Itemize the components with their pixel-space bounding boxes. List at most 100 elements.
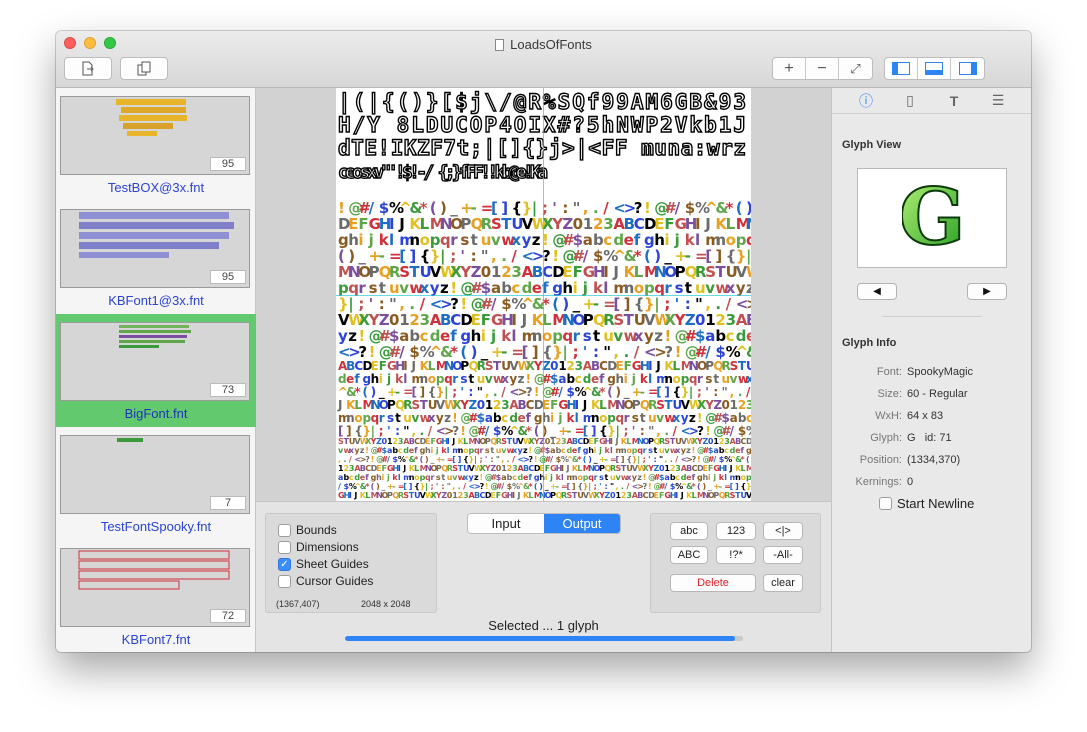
font-name: BigFont.fnt <box>124 406 188 421</box>
sheet-glyph: s <box>387 411 394 425</box>
sheet-glyph: . <box>670 455 673 464</box>
sheet-glyph: j <box>435 446 439 455</box>
sheet-glyph: | <box>425 482 428 491</box>
sheet-glyph: V <box>746 491 751 500</box>
new-font-button[interactable] <box>64 57 112 80</box>
next-glyph-button[interactable]: ▶ <box>967 283 1007 300</box>
sheet-glyph: x <box>428 411 436 425</box>
sheet-glyph: : <box>395 424 400 438</box>
sheet-glyph: c <box>398 446 403 455</box>
sheet-glyph: p <box>746 473 751 482</box>
sheet-glyph: ( <box>583 455 587 464</box>
lowercase-button[interactable]: abc <box>670 522 708 540</box>
sheet-glyph: / <box>501 482 504 491</box>
sheet-glyph: r <box>624 411 630 425</box>
zoom-fit-button[interactable]: ⤢ <box>839 58 872 79</box>
font-name: TestBOX@3x.fnt <box>107 180 205 195</box>
font-list-item[interactable]: 95 KBFont1@3x.fnt <box>56 201 256 314</box>
dimensions-checkbox[interactable] <box>278 540 291 554</box>
sheet-glyph: L <box>528 491 533 500</box>
sheet-glyph-row: H/Y 8LDUCOP4OIX#?5hNWP2Vkb1J <box>338 113 746 137</box>
sheet-glyph: ] <box>664 385 669 399</box>
sheet-glyph: . <box>664 424 669 438</box>
sheet-glyph: s <box>599 473 604 482</box>
sheet-glyph: j <box>712 473 716 482</box>
sheet-glyph: : <box>713 385 718 399</box>
text-icon[interactable]: T <box>944 93 964 109</box>
sheet-glyph: ? <box>643 482 648 491</box>
font-thumbnail: 95 <box>60 209 250 288</box>
zoom-out-button[interactable]: − <box>806 58 839 79</box>
sheet-glyph: j <box>598 446 602 455</box>
clear-button[interactable]: clear <box>763 574 803 592</box>
glyph-image: G <box>902 178 962 258</box>
cursor-guides-checkbox[interactable] <box>278 574 291 588</box>
font-name: KBFont1@3x.fnt <box>108 293 204 308</box>
sheet-glyph: s <box>460 372 467 386</box>
sheet-glyph: J <box>680 491 684 500</box>
select-all-button[interactable]: -All- <box>763 546 803 564</box>
glyph-info-title: Glyph Info <box>842 337 897 349</box>
sheet-glyph: } <box>746 482 751 491</box>
sheet-glyph: $ <box>722 411 730 425</box>
size-row: Size: 60 - Regular <box>877 388 968 400</box>
sheet-glyph: ; <box>697 385 702 399</box>
bounds-checkbox[interactable] <box>278 523 291 537</box>
start-newline-option[interactable]: Start Newline <box>879 496 974 511</box>
uppercase-button[interactable]: ABC <box>670 546 708 564</box>
font-name: TestFontSpooky.fnt <box>100 519 212 534</box>
sheet-glyph: ? <box>697 424 704 438</box>
duplicate-button[interactable] <box>120 57 168 80</box>
cursor-guides-option[interactable]: Cursor Guides <box>278 573 373 589</box>
symbols-button[interactable]: <|> <box>763 522 803 540</box>
sheet-glyph: 1 <box>558 359 566 373</box>
start-newline-checkbox[interactable] <box>879 497 892 510</box>
sheet-glyph: [ <box>452 455 456 464</box>
glyph-row: Glyph: G id: 71 <box>870 432 952 444</box>
font-sheet-canvas[interactable]: |(|{()}[$j\/@R%SQf99AM6GB&93 H/Y 8LDUCOP4… <box>336 88 751 501</box>
sheet-glyph: e <box>591 372 599 386</box>
sheet-guides-checkbox[interactable]: ✓ <box>278 557 291 571</box>
toggle-inspector-button[interactable] <box>951 58 984 79</box>
tab-output[interactable]: Output <box>544 514 620 533</box>
tab-input[interactable]: Input <box>468 514 544 533</box>
toggle-bottom-panel-button[interactable] <box>918 58 951 79</box>
sheet-glyph: s <box>436 473 441 482</box>
sheet-glyph-row: |(|{()}[$j\/@R%SQf99AM6GB&93 <box>338 90 746 115</box>
toggle-sidebar-button[interactable] <box>885 58 918 79</box>
sheet-guides-option[interactable]: ✓ Sheet Guides <box>278 556 369 572</box>
sheet-glyph: ! <box>528 446 532 455</box>
sheet-glyph: / <box>387 455 390 464</box>
sheet-glyph: v <box>730 372 738 386</box>
font-list-item-selected[interactable]: 73 BigFont.fnt <box>56 314 256 427</box>
previous-glyph-button[interactable]: ◀ <box>857 283 897 300</box>
font-list-item[interactable]: 95 TestBOX@3x.fnt <box>56 88 256 201</box>
sheet-glyph: L <box>428 359 436 373</box>
font-list-item[interactable]: 7 TestFontSpooky.fnt <box>56 427 256 540</box>
sheet-glyph: r <box>379 411 385 425</box>
info-icon[interactable]: ⓘ <box>856 91 876 111</box>
numbers-button[interactable]: 123 <box>716 522 756 540</box>
font-list-item[interactable]: 72 KBFont7.fnt <box>56 540 256 652</box>
sheet-glyph: L <box>577 464 582 473</box>
sheet-glyph: ( <box>697 482 701 491</box>
zoom-in-button[interactable]: + <box>773 58 806 79</box>
sheet-glyph: I <box>575 398 579 412</box>
sheet-glyph: ! <box>697 455 701 464</box>
dimensions-option[interactable]: Dimensions <box>278 539 359 555</box>
bounds-option[interactable]: Bounds <box>278 522 337 538</box>
sheet-glyph: ) <box>702 482 706 491</box>
document-icon[interactable]: ▯ <box>900 92 920 109</box>
sheet-glyph: : <box>441 482 444 491</box>
sheet-glyph: e <box>346 372 354 386</box>
sheet-glyph: o <box>354 411 362 425</box>
sheet-glyph: $ <box>738 424 746 438</box>
sheet-glyph: [ <box>411 385 416 399</box>
sheet-guide-horizontal <box>336 295 751 296</box>
punctuation-button[interactable]: !?* <box>716 546 756 564</box>
list-icon[interactable]: ☰ <box>988 92 1008 109</box>
sheet-glyph: ! <box>692 446 696 455</box>
cursor-position: (1367,407) <box>276 599 320 609</box>
delete-button[interactable]: Delete <box>670 574 756 592</box>
sheet-glyph: / <box>512 455 515 464</box>
